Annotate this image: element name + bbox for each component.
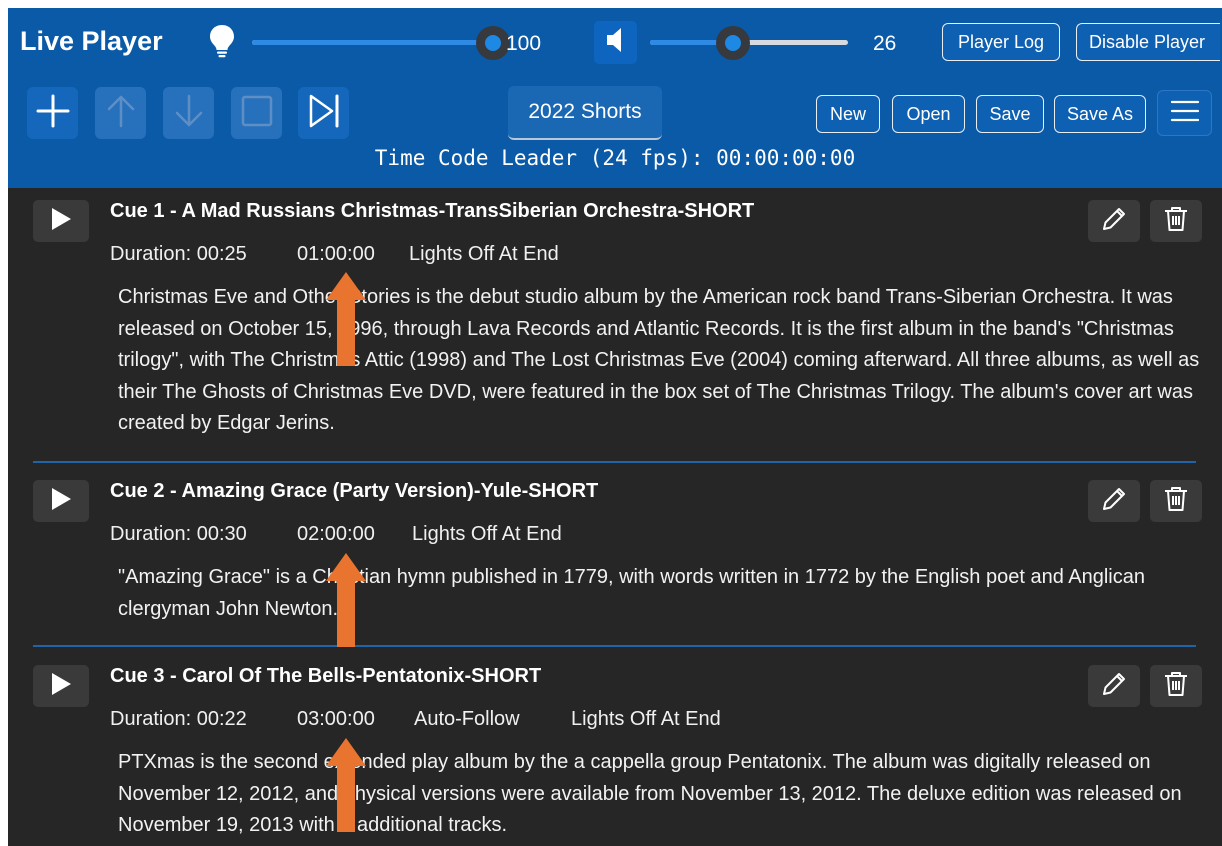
mute-button[interactable] xyxy=(594,21,637,64)
cue-title: Cue 3 - Carol Of The Bells-Pentatonix-SH… xyxy=(110,665,542,687)
trash-icon xyxy=(1163,205,1189,238)
cue-item: Cue 2 - Amazing Grace (Party Version)-Yu… xyxy=(8,468,1222,648)
cue-play-button[interactable] xyxy=(33,200,89,242)
play-icon xyxy=(49,486,73,517)
skip-next-button[interactable] xyxy=(298,87,349,139)
speaker-icon xyxy=(605,27,627,58)
plus-icon xyxy=(36,94,70,133)
cue-edit-button[interactable] xyxy=(1088,200,1140,242)
cue-edit-button[interactable] xyxy=(1088,480,1140,522)
brightness-value: 100 xyxy=(506,32,542,55)
menu-button[interactable] xyxy=(1157,90,1212,136)
skip-next-icon xyxy=(306,93,342,134)
timecode-leader: Time Code Leader (24 fps): 00:00:00:00 xyxy=(374,146,856,170)
brightness-slider-thumb[interactable] xyxy=(476,26,510,60)
disable-player-button[interactable]: Disable Player xyxy=(1076,23,1220,61)
new-button[interactable]: New xyxy=(816,95,880,133)
arrow-down-icon xyxy=(174,94,204,133)
cue-delete-button[interactable] xyxy=(1150,665,1202,707)
volume-slider-thumb[interactable] xyxy=(716,26,751,60)
annotation-arrow-icon xyxy=(326,738,366,832)
cue-description: "Amazing Grace" is a Christian hymn publ… xyxy=(118,566,1145,620)
hamburger-menu-icon xyxy=(1170,99,1200,128)
pencil-icon xyxy=(1100,670,1128,703)
cue-flag: Auto-Follow xyxy=(414,708,520,730)
cue-title: Cue 1 - A Mad Russians Christmas-TransSi… xyxy=(110,200,755,222)
cue-flag: Lights Off At End xyxy=(412,523,562,545)
cue-item: Cue 3 - Carol Of The Bells-Pentatonix-SH… xyxy=(8,653,1222,846)
cue-play-button[interactable] xyxy=(33,480,89,522)
play-icon xyxy=(49,671,73,702)
cue-flag: Lights Off At End xyxy=(571,708,721,730)
cue-edit-button[interactable] xyxy=(1088,665,1140,707)
cue-timecode: 03:00:00 xyxy=(297,708,375,730)
add-cue-button[interactable] xyxy=(27,87,78,139)
header-bar: Live Player 100 26 Player Log Disable Pl… xyxy=(8,8,1222,188)
stop-icon xyxy=(240,94,274,133)
save-button[interactable]: Save xyxy=(976,95,1044,133)
cue-play-button[interactable] xyxy=(33,665,89,707)
play-icon xyxy=(49,206,73,237)
save-as-button[interactable]: Save As xyxy=(1054,95,1146,133)
pencil-icon xyxy=(1100,485,1128,518)
move-cue-down-button[interactable] xyxy=(163,87,214,139)
cue-duration: Duration: 00:30 xyxy=(110,523,247,545)
lightbulb-icon xyxy=(208,24,236,63)
pencil-icon xyxy=(1100,205,1128,238)
move-cue-up-button[interactable] xyxy=(95,87,146,139)
cue-timecode: 02:00:00 xyxy=(297,523,375,545)
annotation-arrow-icon xyxy=(326,553,366,647)
cue-divider xyxy=(33,645,1196,647)
cue-delete-button[interactable] xyxy=(1150,200,1202,242)
cue-timecode: 01:00:00 xyxy=(297,243,375,265)
volume-slider[interactable] xyxy=(650,25,848,61)
player-log-button[interactable]: Player Log xyxy=(942,23,1060,61)
volume-value: 26 xyxy=(873,32,897,55)
trash-icon xyxy=(1163,670,1189,703)
cue-duration: Duration: 00:25 xyxy=(110,243,247,265)
live-player-app: Live Player 100 26 Player Log Disable Pl… xyxy=(8,8,1222,846)
cue-title: Cue 2 - Amazing Grace (Party Version)-Yu… xyxy=(110,480,599,502)
app-title: Live Player xyxy=(20,26,163,56)
cue-duration: Duration: 00:22 xyxy=(110,708,247,730)
annotation-arrow-icon xyxy=(326,272,366,366)
cue-delete-button[interactable] xyxy=(1150,480,1202,522)
cue-description: Christmas Eve and Other Stories is the d… xyxy=(118,286,1200,434)
playlist-name-button[interactable]: 2022 Shorts xyxy=(508,86,662,140)
cue-divider xyxy=(33,461,1196,463)
stop-button[interactable] xyxy=(231,87,282,139)
brightness-slider-fill xyxy=(252,40,493,45)
cue-description: PTXmas is the second extended play album… xyxy=(118,751,1182,836)
brightness-slider[interactable] xyxy=(252,25,510,61)
trash-icon xyxy=(1163,485,1189,518)
cue-item: Cue 1 - A Mad Russians Christmas-TransSi… xyxy=(8,188,1222,468)
cue-flag: Lights Off At End xyxy=(409,243,559,265)
open-button[interactable]: Open xyxy=(892,95,965,133)
arrow-up-icon xyxy=(106,94,136,133)
